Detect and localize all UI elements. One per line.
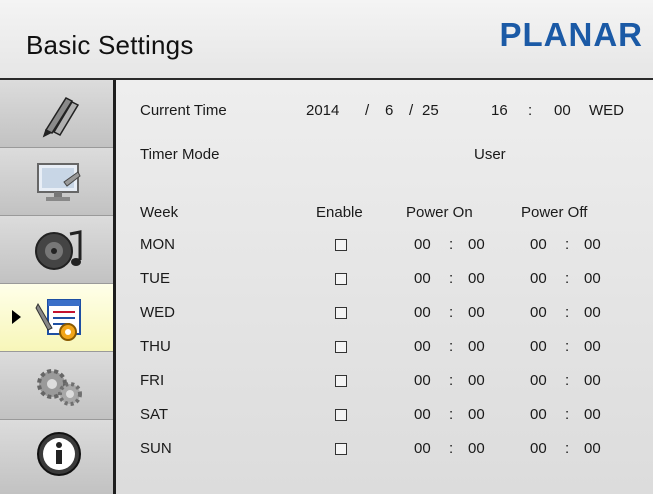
power-off-minute[interactable]: 00: [584, 270, 601, 287]
power-on-minute[interactable]: 00: [468, 236, 485, 253]
timer-mode-value[interactable]: User: [474, 146, 506, 163]
power-on-hour[interactable]: 00: [414, 440, 431, 457]
power-off-hour[interactable]: 00: [530, 270, 547, 287]
day-label: SUN: [140, 440, 172, 457]
power-off-colon: :: [565, 440, 570, 457]
power-off-colon: :: [565, 372, 570, 389]
sidebar-item-display[interactable]: [0, 148, 113, 216]
current-time-minute[interactable]: 00: [554, 102, 571, 119]
enable-checkbox[interactable]: [335, 443, 347, 455]
power-on-hour[interactable]: 00: [414, 304, 431, 321]
power-off-hour[interactable]: 00: [530, 304, 547, 321]
power-off-hour[interactable]: 00: [530, 440, 547, 457]
current-time-year[interactable]: 2014: [306, 102, 339, 119]
selected-arrow-icon: [12, 310, 21, 324]
power-on-minute[interactable]: 00: [468, 270, 485, 287]
current-time-day[interactable]: 25: [422, 102, 439, 119]
monitor-icon: [37, 163, 81, 201]
power-off-hour[interactable]: 00: [530, 372, 547, 389]
power-off-hour[interactable]: 00: [530, 236, 547, 253]
day-label: MON: [140, 236, 175, 253]
current-time-sep2: /: [409, 102, 414, 119]
power-on-hour[interactable]: 00: [414, 236, 431, 253]
enable-checkbox[interactable]: [335, 409, 347, 421]
page-title: Basic Settings: [26, 30, 194, 60]
pens-icon: [42, 97, 80, 138]
settings-tools-icon: [35, 299, 81, 341]
power-on-minute[interactable]: 00: [468, 372, 485, 389]
power-on-hour[interactable]: 00: [414, 372, 431, 389]
sidebar-item-picture[interactable]: [0, 80, 113, 148]
sidebar-item-basic-settings[interactable]: [0, 284, 113, 352]
power-on-colon: :: [449, 440, 454, 457]
enable-checkbox[interactable]: [335, 239, 347, 251]
power-on-colon: :: [449, 406, 454, 423]
day-label: SAT: [140, 406, 169, 423]
header-bar: Basic Settings PLANAR: [0, 0, 653, 80]
power-on-colon: :: [449, 372, 454, 389]
current-time-sep1: /: [365, 102, 370, 119]
power-off-minute[interactable]: 00: [584, 338, 601, 355]
gears-icon: [37, 369, 82, 406]
power-off-hour[interactable]: 00: [530, 406, 547, 423]
power-on-colon: :: [449, 304, 454, 321]
enable-checkbox[interactable]: [335, 375, 347, 387]
day-label: WED: [140, 304, 175, 321]
power-off-colon: :: [565, 406, 570, 423]
power-on-header: Power On: [406, 204, 473, 221]
day-label: TUE: [140, 270, 170, 287]
power-on-colon: :: [449, 270, 454, 287]
sidebar-item-advanced[interactable]: [0, 352, 113, 420]
power-on-minute[interactable]: 00: [468, 304, 485, 321]
power-on-colon: :: [449, 338, 454, 355]
power-on-minute[interactable]: 00: [468, 338, 485, 355]
power-on-minute[interactable]: 00: [468, 440, 485, 457]
power-on-hour[interactable]: 00: [414, 406, 431, 423]
info-icon: [37, 432, 81, 476]
power-off-colon: :: [565, 236, 570, 253]
current-time-weekday: WED: [589, 102, 624, 119]
current-time-month[interactable]: 6: [385, 102, 393, 119]
day-label: FRI: [140, 372, 165, 389]
audio-icon: [35, 230, 82, 270]
current-time-colon: :: [528, 102, 533, 119]
power-off-header: Power Off: [521, 204, 588, 221]
enable-header: Enable: [316, 204, 363, 221]
day-label: THU: [140, 338, 171, 355]
power-off-minute[interactable]: 00: [584, 304, 601, 321]
power-on-hour[interactable]: 00: [414, 338, 431, 355]
sidebar-item-info[interactable]: [0, 420, 113, 494]
settings-panel: Current Time 2014 / 6 / 25 16 : 00 WED T…: [116, 80, 653, 494]
power-off-minute[interactable]: 00: [584, 406, 601, 423]
timer-mode-label: Timer Mode: [140, 146, 220, 163]
current-time-label: Current Time: [140, 102, 227, 119]
sidebar-item-audio[interactable]: [0, 216, 113, 284]
power-on-colon: :: [449, 236, 454, 253]
current-time-hour[interactable]: 16: [491, 102, 508, 119]
power-off-minute[interactable]: 00: [584, 440, 601, 457]
power-off-minute[interactable]: 00: [584, 236, 601, 253]
power-off-colon: :: [565, 270, 570, 287]
power-off-minute[interactable]: 00: [584, 372, 601, 389]
enable-checkbox[interactable]: [335, 273, 347, 285]
power-off-colon: :: [565, 338, 570, 355]
power-on-hour[interactable]: 00: [414, 270, 431, 287]
week-header: Week: [140, 204, 179, 221]
planar-logo: PLANAR: [499, 16, 643, 53]
enable-checkbox[interactable]: [335, 307, 347, 319]
power-off-hour[interactable]: 00: [530, 338, 547, 355]
power-on-minute[interactable]: 00: [468, 406, 485, 423]
enable-checkbox[interactable]: [335, 341, 347, 353]
sidebar: [0, 80, 116, 494]
power-off-colon: :: [565, 304, 570, 321]
